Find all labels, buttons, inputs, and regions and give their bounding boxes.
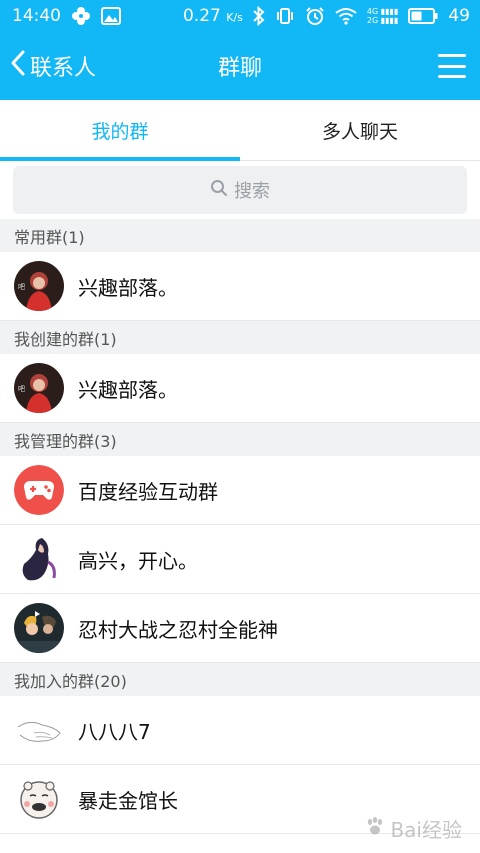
bluetooth-icon — [253, 6, 265, 26]
tab-bar: 我的群 多人聊天 — [0, 100, 480, 161]
vibrate-icon — [275, 7, 295, 25]
status-bar: 14:40 0.27 K/s 4G ▮▮▮▮ 2G ▮▮▮▮ 49 — [0, 0, 480, 32]
group-name: 八八八7 — [78, 719, 151, 744]
svg-text:吧: 吧 — [18, 283, 25, 291]
alarm-icon — [305, 6, 325, 26]
watermark-text: Bai经验 — [390, 818, 462, 842]
list-item[interactable]: 吧 兴趣部落。 — [0, 354, 480, 423]
tab-multi-chat[interactable]: 多人聊天 — [240, 100, 480, 160]
list-item[interactable]: 吧 兴趣部落。 — [0, 252, 480, 321]
section-header-managed: 我管理的群(3) — [0, 423, 480, 456]
list-item[interactable]: 忍村大战之忍村全能神 — [0, 594, 480, 663]
hand-sketch-avatar — [14, 705, 64, 755]
list-item[interactable]: 百度经验互动群 — [0, 456, 480, 525]
group-name: 暴走金馆长 — [78, 788, 178, 813]
battery-level: 49 — [448, 6, 470, 26]
chevron-left-icon — [10, 49, 26, 83]
group-name: 百度经验互动群 — [78, 479, 218, 504]
image-icon — [101, 7, 121, 25]
search-placeholder: 搜索 — [234, 181, 270, 202]
search-input[interactable]: 搜索 — [13, 166, 467, 214]
section-header-created: 我创建的群(1) — [0, 321, 480, 354]
group-name: 兴趣部落。 — [78, 377, 178, 402]
group-name: 忍村大战之忍村全能神 — [78, 617, 278, 642]
group-name: 高兴，开心。 — [78, 548, 198, 573]
status-time: 14:40 — [12, 6, 61, 26]
group-name: 兴趣部落。 — [78, 275, 178, 300]
battery-icon — [408, 8, 438, 24]
back-label: 联系人 — [30, 56, 97, 81]
watermark: Bai经验 — [364, 814, 462, 843]
woman-red-avatar: 吧 — [14, 363, 64, 413]
tab-my-groups[interactable]: 我的群 — [0, 100, 240, 161]
meme-face-avatar — [14, 774, 64, 824]
svg-text:吧: 吧 — [18, 385, 25, 393]
search-area: 搜索 — [0, 161, 480, 219]
search-icon — [210, 179, 228, 202]
wifi-icon — [335, 7, 357, 25]
menu-icon[interactable] — [438, 52, 466, 80]
network-speed: 0.27 K/s — [182, 6, 243, 26]
group-list: 常用群(1) 吧 兴趣部落。 我创建的群(1) 吧 兴趣部落。 我管理的群(3)… — [0, 219, 480, 834]
list-item[interactable]: 八八八7 — [0, 696, 480, 765]
nav-bar: 联系人 群聊 — [0, 32, 480, 100]
gamepad-avatar — [14, 465, 64, 515]
paw-icon — [364, 815, 386, 842]
section-header-joined: 我加入的群(20) — [0, 663, 480, 696]
cellular-signal: 4G ▮▮▮▮ 2G ▮▮▮▮ — [366, 7, 399, 25]
back-button[interactable]: 联系人 — [10, 32, 96, 100]
list-item[interactable]: 高兴，开心。 — [0, 525, 480, 594]
anime-video-avatar — [14, 603, 64, 653]
section-header-frequent: 常用群(1) — [0, 219, 480, 252]
anime-figure-avatar — [14, 534, 64, 584]
pinwheel-icon — [71, 6, 91, 26]
woman-red-avatar: 吧 — [14, 261, 64, 311]
